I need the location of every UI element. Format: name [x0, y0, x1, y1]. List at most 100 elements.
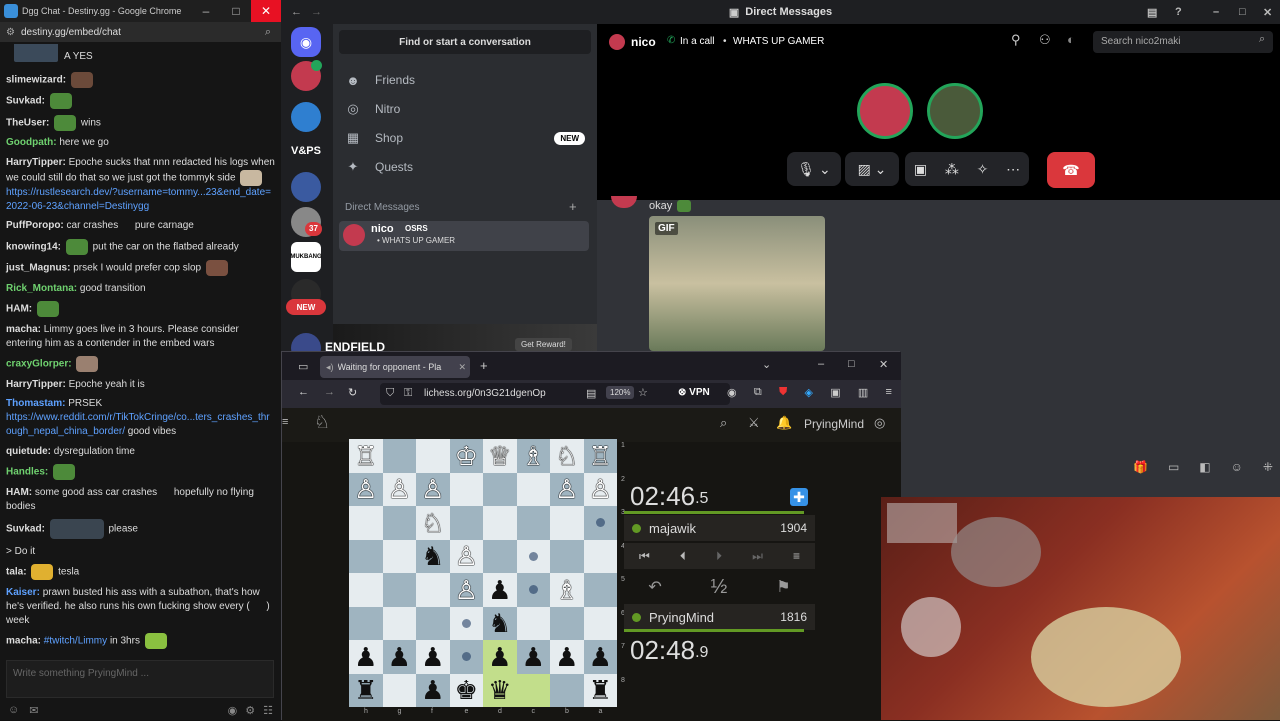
help-icon[interactable]: ? [1175, 6, 1182, 18]
camera-button[interactable]: ▨ ⌄ [845, 152, 899, 186]
chat-link[interactable]: https://rustlesearch.dev/?username=tommy… [6, 187, 271, 212]
add-time-button[interactable]: ✚ [790, 488, 808, 506]
find-conversation-button[interactable]: Find or start a conversation [339, 30, 591, 54]
board-square[interactable]: ♙ [449, 573, 483, 607]
chat-nick[interactable]: Kaiser: [6, 587, 40, 598]
board-square[interactable]: ♜ [349, 673, 383, 707]
black-piece[interactable]: ♟ [421, 677, 444, 703]
url-bar[interactable]: ⛉ ⚿ lichess.org/0n3G21dgenOp ▤ 120% ☆ ⊗ … [380, 383, 730, 405]
chat-nick[interactable]: PuffPoropo: [6, 220, 64, 231]
board-square[interactable] [550, 606, 584, 640]
board-square[interactable]: ♙ [449, 539, 483, 573]
board-square[interactable] [449, 606, 483, 640]
board-square[interactable]: ♟ [416, 640, 450, 674]
board-square[interactable] [583, 539, 617, 573]
screen-share-icon[interactable]: ▣ [914, 161, 927, 178]
board-square[interactable] [382, 606, 416, 640]
black-piece[interactable]: ♞ [421, 543, 444, 569]
create-dm-button[interactable]: + [569, 199, 577, 214]
opponent-name[interactable]: majawik [649, 521, 696, 536]
black-piece[interactable]: ♟ [488, 644, 511, 670]
board-square[interactable]: ♙ [349, 472, 383, 506]
minimize-button[interactable]: – [818, 358, 824, 370]
black-piece[interactable]: ♞ [488, 610, 511, 636]
board-square[interactable]: ♜ [583, 673, 617, 707]
board-square[interactable] [449, 640, 483, 674]
white-piece[interactable]: ♙ [455, 543, 478, 569]
chat-nick[interactable]: knowing14: [6, 241, 61, 252]
board-square[interactable] [416, 573, 450, 607]
extension-icon[interactable]: ▥ [858, 386, 868, 402]
white-piece[interactable]: ♗ [555, 577, 578, 603]
sticker-icon[interactable]: ◧ [1199, 460, 1210, 476]
chat-nick[interactable]: HAM: [6, 304, 32, 315]
chat-nick[interactable]: quietude: [6, 446, 51, 457]
white-piece[interactable]: ♖ [354, 443, 377, 469]
close-button[interactable]: ✕ [879, 358, 888, 371]
avatar[interactable] [927, 83, 983, 139]
prev-move-icon[interactable]: ⏴ [680, 549, 686, 564]
tab-close-icon[interactable]: ✕ [458, 362, 466, 373]
board-square[interactable]: ♘ [550, 439, 584, 473]
board-square[interactable] [382, 673, 416, 707]
board-square[interactable]: ♔ [449, 439, 483, 473]
white-piece[interactable]: ♘ [421, 510, 444, 536]
chat-nick[interactable]: slimewizard: [6, 74, 66, 85]
board-square[interactable]: ♘ [416, 506, 450, 540]
hamburger-icon[interactable]: ≡ [282, 416, 288, 428]
board-square[interactable]: ♕ [483, 439, 517, 473]
board-square[interactable]: ♛ [483, 673, 517, 707]
chat-nick[interactable]: Handles: [6, 467, 48, 478]
white-piece[interactable]: ♙ [388, 476, 411, 502]
black-piece[interactable]: ♟ [522, 644, 545, 670]
board-square[interactable] [416, 606, 450, 640]
board-square[interactable]: ♟ [382, 640, 416, 674]
minimize-button[interactable]: – [191, 0, 221, 22]
board-square[interactable]: ♙ [583, 472, 617, 506]
board-square[interactable] [382, 539, 416, 573]
puzzle-icon[interactable]: ⧉ [754, 386, 762, 402]
white-piece[interactable]: ♙ [455, 577, 478, 603]
emoji-icon[interactable]: ☺ [1231, 460, 1243, 476]
close-button[interactable]: ✕ [251, 0, 281, 22]
board-square[interactable] [349, 573, 383, 607]
whisper-icon[interactable]: ✉ [29, 704, 38, 717]
gif-icon[interactable]: ▭ [1168, 460, 1179, 476]
get-reward-button[interactable]: Get Reward! [515, 338, 572, 351]
user-icon[interactable]: ◎ [874, 415, 885, 431]
chat-link[interactable]: #twitch/Limmy [44, 636, 107, 647]
board-square[interactable] [516, 472, 550, 506]
board-square[interactable]: ♙ [382, 472, 416, 506]
moves-menu-icon[interactable]: ≡ [793, 549, 800, 563]
board-square[interactable]: ♟ [583, 640, 617, 674]
board-square[interactable]: ♙ [550, 472, 584, 506]
nav-nitro[interactable]: ◎ Nitro [341, 96, 589, 122]
board-square[interactable]: ♟ [483, 573, 517, 607]
bookmark-star-icon[interactable]: ☆ [638, 386, 648, 399]
black-piece[interactable]: ♟ [354, 644, 377, 670]
pin-icon[interactable]: ⚲ [1011, 32, 1021, 48]
maximize-button[interactable]: □ [1239, 6, 1246, 18]
maximize-button[interactable]: □ [221, 0, 251, 22]
gift-icon[interactable]: 🎁 [1133, 460, 1148, 476]
black-piece[interactable]: ♚ [455, 677, 478, 703]
white-piece[interactable]: ♙ [589, 476, 612, 502]
board-square[interactable] [550, 673, 584, 707]
ublock-icon[interactable]: ⛊ [779, 386, 787, 402]
black-piece[interactable]: ♟ [488, 577, 511, 603]
menu-icon[interactable]: ≡ [886, 386, 892, 402]
users-icon[interactable]: ☷ [263, 704, 273, 717]
board-square[interactable] [483, 506, 517, 540]
player-name[interactable]: PryingMind [649, 610, 714, 625]
chat-nick[interactable]: just_Magnus: [6, 263, 70, 274]
board-square[interactable] [516, 506, 550, 540]
minimize-button[interactable]: – [1213, 6, 1219, 18]
back-arrow-icon[interactable]: ← [291, 6, 302, 18]
chat-nick[interactable]: macha: [6, 324, 41, 335]
board-square[interactable] [449, 506, 483, 540]
extension-icon[interactable]: ◉ [727, 386, 737, 402]
avatar[interactable] [857, 83, 913, 139]
board-square[interactable] [516, 606, 550, 640]
chat-nick[interactable]: HarryTipper: [6, 157, 66, 168]
forward-arrow-icon[interactable]: → [311, 6, 322, 18]
